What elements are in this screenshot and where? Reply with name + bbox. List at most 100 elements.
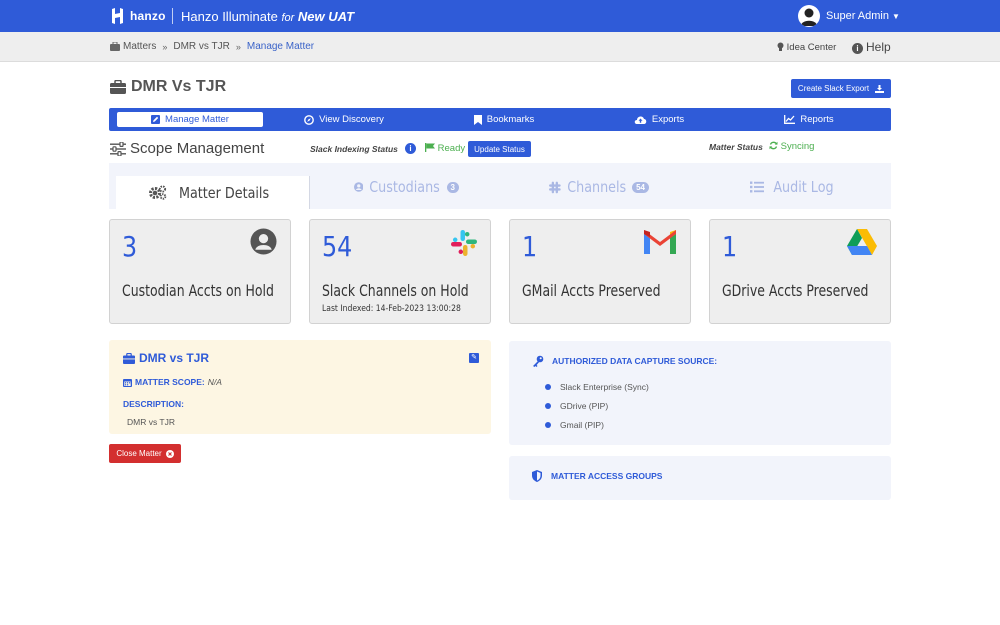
export-button-label: Create Slack Export	[797, 84, 870, 93]
channels-count-badge: 54	[632, 181, 649, 193]
tab-label: View Discovery	[319, 114, 384, 125]
gdrive-icon	[847, 229, 877, 255]
user-name: Super Admin	[826, 10, 889, 22]
help-link[interactable]: i Help	[852, 40, 891, 54]
hanzo-logo-icon	[112, 8, 123, 24]
subtab-label: Matter Details	[178, 183, 270, 202]
source-name: Gmail (PIP)	[560, 419, 604, 430]
close-matter-button[interactable]: Close Matter	[109, 444, 181, 463]
matter-status-label: Matter Status	[709, 142, 763, 152]
edit-matter-icon[interactable]: ✎	[469, 353, 479, 363]
matter-scope-row: MATTER SCOPE: N/A	[123, 377, 222, 387]
slack-channels-card: 54 Slack Channels on Hold Last Indexed: …	[309, 219, 491, 324]
lightbulb-icon	[777, 42, 784, 51]
tab-view-discovery[interactable]: View Discovery	[289, 112, 399, 127]
description-value: DMR vs TJR	[127, 417, 176, 427]
environment-name: New UAT	[297, 9, 355, 24]
info-icon[interactable]: i	[405, 143, 416, 154]
breadcrumb-current: Manage Matter	[246, 41, 315, 52]
bullet-icon	[545, 402, 551, 409]
cogs-icon	[148, 185, 167, 200]
user-circle-icon	[250, 228, 277, 255]
card-value: 1	[522, 230, 538, 263]
main-tab-bar: Manage Matter View Discovery Bookmarks E…	[109, 108, 891, 131]
create-slack-export-button[interactable]: Create Slack Export	[791, 79, 891, 98]
access-groups-title-text: MATTER ACCESS GROUPS	[551, 471, 663, 481]
custodian-accounts-card: 3 Custodian Accts on Hold	[109, 219, 291, 324]
card-label: GDrive Accts Preserved	[722, 281, 869, 300]
sources-list: Slack Enterprise (Sync) GDrive (PIP) Gma…	[545, 377, 649, 434]
card-label: GMail Accts Preserved	[522, 281, 661, 300]
card-value: 1	[722, 230, 738, 263]
tab-reports[interactable]: Reports	[754, 112, 864, 127]
source-name: Slack Enterprise (Sync)	[560, 381, 649, 392]
slack-indexing-status-label: Slack Indexing Status	[310, 144, 398, 154]
list-item: GDrive (PIP)	[545, 396, 649, 415]
matter-status-value: Syncing	[769, 141, 814, 152]
compass-icon	[304, 114, 315, 125]
list-icon	[749, 181, 764, 193]
indexing-status-text: Ready	[437, 143, 466, 154]
matter-access-groups-panel: MATTER ACCESS GROUPS	[509, 456, 891, 500]
breadcrumb-matters[interactable]: Matters	[123, 41, 156, 52]
tab-channels[interactable]: Channels 54	[549, 173, 649, 201]
detail-tab-strip: Matter Details Custodians 3 Channels 54 …	[109, 163, 891, 209]
custodians-count-badge: 3	[446, 181, 459, 193]
calendar-icon	[123, 378, 132, 387]
tab-bookmarks[interactable]: Bookmarks	[449, 112, 559, 127]
tab-manage-matter[interactable]: Manage Matter	[117, 112, 263, 127]
tab-label: Exports	[651, 114, 685, 125]
update-status-button[interactable]: Update Status	[468, 141, 531, 157]
tab-label: Bookmarks	[486, 114, 535, 125]
tab-matter-details[interactable]: Matter Details	[116, 176, 310, 209]
matter-details-panel: DMR vs TJR ✎ MATTER SCOPE: N/A DESCRIPTI…	[109, 340, 491, 434]
list-item: Gmail (PIP)	[545, 415, 649, 434]
tab-label: Manage Matter	[165, 114, 229, 125]
scope-management-heading: Scope Management	[110, 140, 264, 157]
line-chart-icon	[784, 115, 796, 124]
breadcrumb: Matters » DMR vs TJR » Manage Matter	[110, 41, 314, 52]
close-circle-icon	[165, 449, 174, 458]
sync-icon	[769, 141, 778, 150]
user-menu[interactable]: Super Admin ▼	[798, 4, 900, 28]
gmail-accounts-card: 1 GMail Accts Preserved	[509, 219, 691, 324]
idea-center-link[interactable]: Idea Center	[777, 42, 836, 53]
subtab-label: Channels	[566, 178, 626, 196]
sliders-icon	[110, 141, 126, 156]
tab-exports[interactable]: Exports	[604, 112, 714, 127]
logo-divider	[172, 8, 173, 24]
app-name: Hanzo Illuminate	[181, 9, 278, 24]
access-groups-title: MATTER ACCESS GROUPS	[532, 470, 662, 482]
sources-title: AUTHORIZED DATA CAPTURE SOURCE:	[532, 355, 717, 367]
breadcrumb-matter[interactable]: DMR vs TJR	[173, 41, 229, 52]
cloud-upload-icon	[634, 116, 647, 124]
chevron-right-icon: »	[162, 41, 168, 52]
download-icon	[875, 84, 885, 93]
subtab-label: Audit Log	[772, 178, 834, 196]
top-bar: hanzo Hanzo Illuminate for New UAT Super…	[0, 0, 1000, 32]
description-label: DESCRIPTION:	[123, 399, 184, 409]
sources-title-text: AUTHORIZED DATA CAPTURE SOURCE:	[552, 356, 718, 366]
card-label: Custodian Accts on Hold	[122, 281, 274, 300]
tab-label: Reports	[800, 114, 834, 125]
scope-title: Scope Management	[130, 140, 265, 157]
tab-audit-log[interactable]: Audit Log	[749, 173, 839, 201]
tab-custodians[interactable]: Custodians 3	[354, 173, 459, 201]
data-capture-sources-panel: AUTHORIZED DATA CAPTURE SOURCE: Slack En…	[509, 341, 891, 445]
chevron-right-icon: »	[235, 41, 241, 52]
matter-scope-label: MATTER SCOPE:	[135, 377, 205, 387]
breadcrumb-bar: Matters » DMR vs TJR » Manage Matter Ide…	[0, 32, 1000, 62]
bullet-icon	[545, 383, 551, 390]
list-item: Slack Enterprise (Sync)	[545, 377, 649, 396]
source-name: GDrive (PIP)	[560, 400, 609, 411]
subtab-label: Custodians	[369, 178, 441, 196]
avatar	[798, 5, 820, 27]
key-icon	[533, 355, 544, 367]
user-circle-icon	[354, 182, 364, 192]
card-value: 3	[122, 230, 138, 263]
bullet-icon	[545, 421, 551, 428]
help-label: Help	[866, 40, 891, 54]
slack-icon	[451, 230, 477, 256]
briefcase-icon	[110, 42, 120, 51]
matter-scope-value: N/A	[207, 377, 222, 387]
